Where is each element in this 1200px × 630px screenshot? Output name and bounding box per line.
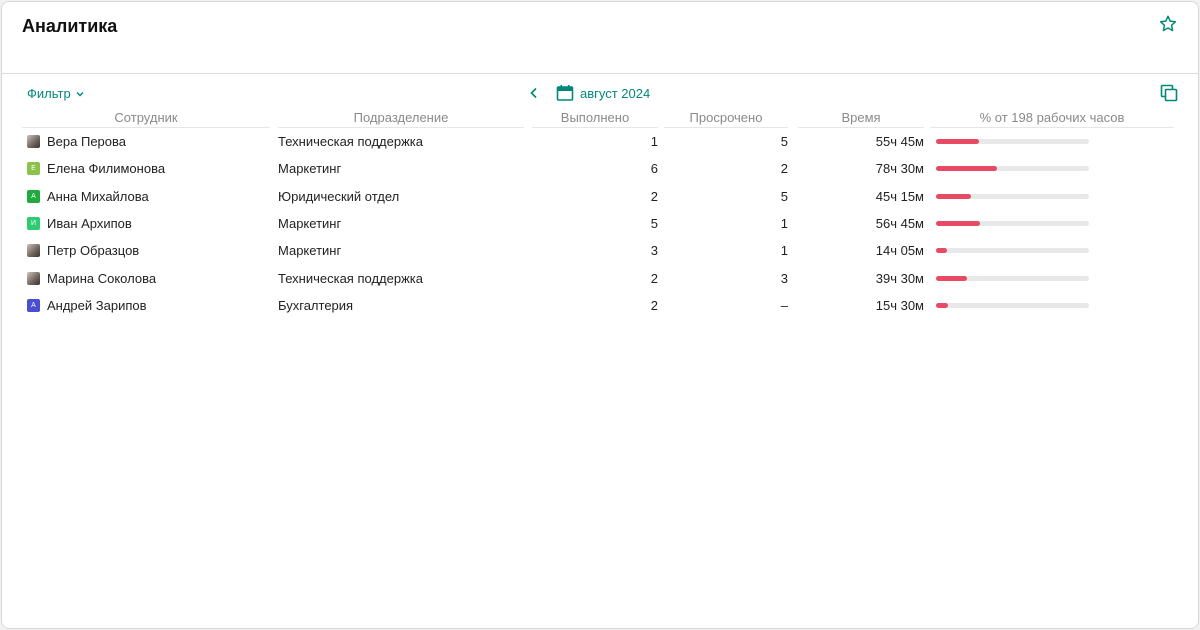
load-bar-fill <box>936 302 949 308</box>
load-cell <box>930 183 1174 210</box>
overdue-cell: – <box>780 297 788 313</box>
done-cell: 5 <box>650 216 658 232</box>
employee-name[interactable]: Петр Образцов <box>47 243 139 258</box>
load-bar-track <box>936 193 1089 199</box>
load-bar-fill <box>936 193 972 199</box>
table-row[interactable]: Марина Соколова Техническая поддержка 2 … <box>22 264 1174 291</box>
employee-cell[interactable]: И Иван Архипов <box>22 210 270 237</box>
table-row[interactable]: Е Елена Филимонова Маркетинг 6 2 78ч 30м <box>22 155 1174 182</box>
department-cell: Юридический отдел <box>278 188 400 204</box>
done-cell: 1 <box>650 134 658 150</box>
load-bar-fill <box>936 221 981 227</box>
load-cell <box>930 155 1174 182</box>
analytics-panel: Аналитика Фильтр август 2024 Сотрудник П… <box>1 1 1199 629</box>
department-cell: Маркетинг <box>278 243 342 259</box>
chevron-left-icon[interactable] <box>526 85 542 101</box>
column-header-time[interactable]: Время <box>798 108 924 128</box>
month-label[interactable]: август 2024 <box>580 86 650 101</box>
employee-cell[interactable]: Вера Перова <box>22 128 270 155</box>
time-cell: 78ч 30м <box>875 161 924 177</box>
calendar-icon[interactable] <box>556 84 574 102</box>
load-bar-fill <box>936 166 998 172</box>
column-header-employee[interactable]: Сотрудник <box>22 108 270 128</box>
load-cell <box>930 237 1174 264</box>
department-cell: Маркетинг <box>278 216 342 232</box>
time-cell: 39ч 30м <box>875 270 924 286</box>
employee-name[interactable]: Вера Перова <box>47 134 126 149</box>
done-cell: 2 <box>650 188 658 204</box>
load-bar-fill <box>936 248 947 254</box>
avatar <box>27 135 40 149</box>
time-cell: 45ч 15м <box>875 188 924 204</box>
department-cell: Бухгалтерия <box>278 297 354 313</box>
page-title: Аналитика <box>22 16 118 36</box>
avatar: А <box>27 189 40 203</box>
load-bar-track <box>936 248 1089 254</box>
department-cell: Техническая поддержка <box>278 134 423 150</box>
panel-header: Аналитика <box>2 2 1198 74</box>
employee-cell[interactable]: Е Елена Филимонова <box>22 155 270 182</box>
load-bar-track <box>936 139 1089 145</box>
load-cell <box>930 128 1174 155</box>
employee-cell[interactable]: Петр Образцов <box>22 237 270 264</box>
column-header-load[interactable]: % от 198 рабочих часов <box>930 108 1174 128</box>
overdue-cell: 2 <box>780 161 788 177</box>
department-cell: Техническая поддержка <box>278 270 423 286</box>
filter-button[interactable]: Фильтр <box>27 86 85 101</box>
done-cell: 3 <box>650 243 658 259</box>
table-row[interactable]: Петр Образцов Маркетинг 3 1 14ч 05м <box>22 237 1174 264</box>
load-cell <box>930 264 1174 291</box>
avatar: А <box>27 298 40 312</box>
overdue-cell: 5 <box>780 188 788 204</box>
employee-table: Сотрудник Подразделение Выполнено Просро… <box>22 108 1174 319</box>
table-row[interactable]: Вера Перова Техническая поддержка 1 5 55… <box>22 128 1174 155</box>
toolbar: Фильтр август 2024 <box>2 82 1198 106</box>
overdue-cell: 1 <box>780 216 788 232</box>
star-icon[interactable] <box>1158 14 1178 34</box>
column-header-overdue[interactable]: Просрочено <box>664 108 788 128</box>
time-cell: 55ч 45м <box>875 134 924 150</box>
time-cell: 56ч 45м <box>875 216 924 232</box>
employee-name[interactable]: Иван Архипов <box>47 216 132 231</box>
done-cell: 6 <box>650 161 658 177</box>
employee-cell[interactable]: Марина Соколова <box>22 264 270 291</box>
employee-cell[interactable]: А Анна Михайлова <box>22 183 270 210</box>
table-row[interactable]: И Иван Архипов Маркетинг 5 1 56ч 45м <box>22 210 1174 237</box>
column-header-done[interactable]: Выполнено <box>532 108 658 128</box>
load-bar-fill <box>936 139 979 145</box>
employee-cell[interactable]: А Андрей Зарипов <box>22 292 270 319</box>
employee-name[interactable]: Андрей Зарипов <box>47 298 147 313</box>
load-bar-track <box>936 275 1089 281</box>
time-cell: 15ч 30м <box>875 297 924 313</box>
employee-name[interactable]: Елена Филимонова <box>47 161 165 176</box>
overdue-cell: 5 <box>780 134 788 150</box>
table-row[interactable]: А Анна Михайлова Юридический отдел 2 5 45… <box>22 183 1174 210</box>
month-navigator: август 2024 <box>526 84 650 102</box>
employee-name[interactable]: Марина Соколова <box>47 271 156 286</box>
time-cell: 14ч 05м <box>875 243 924 259</box>
load-cell <box>930 292 1174 319</box>
done-cell: 2 <box>650 297 658 313</box>
table-header-row: Сотрудник Подразделение Выполнено Просро… <box>22 108 1174 128</box>
column-header-department[interactable]: Подразделение <box>278 108 524 128</box>
employee-name[interactable]: Анна Михайлова <box>47 189 149 204</box>
table-row[interactable]: А Андрей Зарипов Бухгалтерия 2 – 15ч 30м <box>22 292 1174 319</box>
chevron-down-icon <box>76 91 84 97</box>
avatar: И <box>27 217 40 231</box>
load-cell <box>930 210 1174 237</box>
overdue-cell: 3 <box>780 270 788 286</box>
load-bar-track <box>936 166 1089 172</box>
copy-icon[interactable] <box>1160 84 1178 102</box>
done-cell: 2 <box>650 270 658 286</box>
filter-label: Фильтр <box>27 86 71 101</box>
avatar <box>27 244 40 258</box>
load-bar-fill <box>936 275 967 281</box>
avatar: Е <box>27 162 40 176</box>
load-bar-track <box>936 221 1089 227</box>
load-bar-track <box>936 302 1089 308</box>
avatar <box>27 271 40 285</box>
department-cell: Маркетинг <box>278 161 342 177</box>
overdue-cell: 1 <box>780 243 788 259</box>
